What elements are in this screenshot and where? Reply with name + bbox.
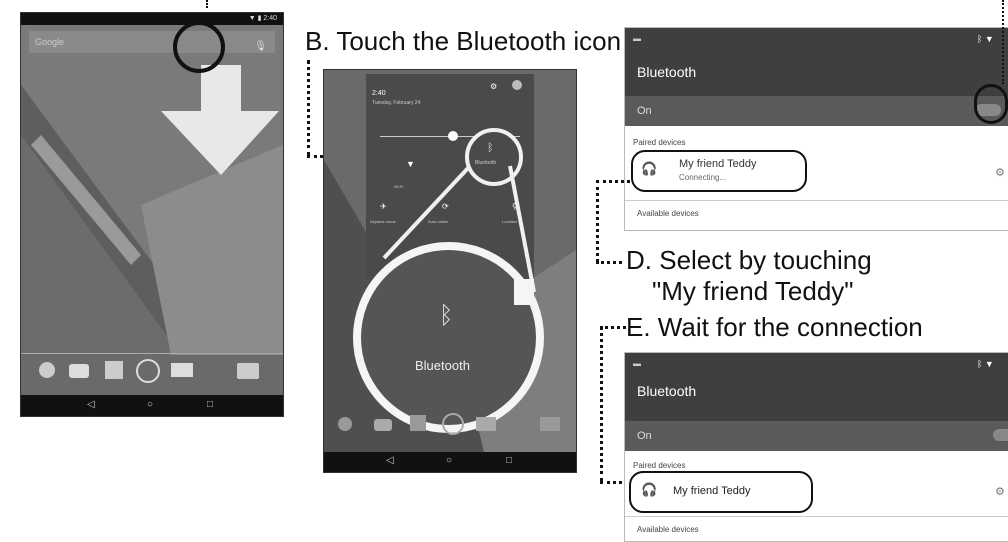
divider (625, 200, 1008, 201)
pointer-line-d-vert (596, 180, 599, 262)
pointer-line-e-top (600, 326, 626, 329)
google-search-bar[interactable]: Google 🎙 (29, 31, 275, 53)
status-bar: ▼ ▮ 2:40 (21, 13, 283, 25)
headphones-icon: 🎧 (641, 161, 658, 176)
bluetooth-switch[interactable] (993, 429, 1008, 441)
mic-icon[interactable]: 🎙 (254, 36, 267, 58)
recents-button[interactable]: □ (207, 399, 213, 410)
youtube-icon[interactable] (374, 419, 392, 431)
device-name: My friend Teddy (673, 485, 751, 497)
hangouts-icon[interactable] (39, 362, 55, 378)
headphones-icon: 🎧 (641, 482, 658, 497)
youtube-icon[interactable] (69, 364, 89, 378)
bluetooth-icon-large: ᛒ (439, 302, 454, 329)
status-icon: ▬ (633, 34, 641, 43)
pointer-line-d-end (596, 261, 622, 264)
bluetooth-toggle-row[interactable]: On (625, 421, 1008, 451)
pointer-line-b-vert (307, 60, 310, 156)
status-icon: ▬ (633, 359, 641, 368)
settings-header: ▬ ᛒ ▼ Bluetooth (625, 28, 1008, 96)
device-settings-gear-icon[interactable]: ⚙ (995, 166, 1005, 179)
toggle-label: On (637, 105, 652, 117)
search-label: Google (35, 37, 65, 47)
device-row-teddy[interactable]: 🎧 My friend Teddy (629, 471, 813, 513)
back-button[interactable]: ◁ (386, 455, 394, 466)
app-dock (21, 353, 283, 396)
device-row-teddy[interactable]: 🎧 My friend Teddy Connecting... (631, 150, 807, 192)
bluetooth-settings-panel-e: ▬ ᛒ ▼ Bluetooth On Paired devices 🎧 My f… (624, 352, 1008, 542)
toggle-label: On (637, 430, 652, 442)
device-status: Connecting... (679, 173, 727, 182)
divider (625, 516, 1008, 517)
email-icon[interactable] (476, 417, 496, 431)
settings-header: ▬ ᛒ ▼ Bluetooth (625, 353, 1008, 421)
paired-header: Paired devices (633, 461, 686, 470)
bluetooth-toggle-row[interactable]: On (625, 96, 1008, 126)
available-header: Available devices (637, 525, 699, 534)
camera-icon[interactable] (237, 363, 259, 379)
app-drawer-icon[interactable] (442, 413, 464, 435)
step-d-caption-line1: D. Select by touching (626, 245, 872, 275)
nav-bar: ◁ ○ □ (21, 395, 283, 416)
pointer-line-e-vert (600, 326, 603, 482)
back-button[interactable]: ◁ (87, 399, 95, 410)
settings-title: Bluetooth (637, 64, 697, 80)
zoom-tab (514, 279, 534, 305)
pointer-line-a (206, 0, 208, 8)
paired-header: Paired devices (633, 138, 686, 147)
status-icons: ᛒ ▼ (977, 359, 994, 369)
status-icons: ᛒ ▼ (977, 34, 994, 44)
device-settings-gear-icon[interactable]: ⚙ (995, 485, 1005, 498)
switch-highlight (974, 84, 1008, 124)
settings-title: Bluetooth (637, 383, 697, 399)
quick-settings-phone: 2:40 Tuesday, February 24 ⚙ ▼ Wi-Fi Airp… (323, 69, 577, 473)
photos-icon[interactable] (410, 415, 426, 431)
home-screen-phone: ▼ ▮ 2:40 Google 🎙 ◁ ○ □ (20, 12, 284, 417)
step-d-caption-line2: "My friend Teddy" (652, 276, 854, 306)
recents-button[interactable]: □ (506, 455, 512, 466)
app-dock (324, 405, 576, 445)
highlight-circle (173, 21, 225, 73)
photos-icon[interactable] (105, 361, 123, 379)
available-header: Available devices (637, 209, 699, 218)
app-drawer-icon[interactable] (136, 359, 160, 383)
camera-icon[interactable] (540, 417, 560, 431)
pointer-line-d-horiz (596, 180, 630, 183)
pointer-line-c (1002, 0, 1004, 84)
device-name: My friend Teddy (679, 158, 757, 170)
nav-bar: ◁ ○ □ (324, 452, 576, 472)
step-e-caption: E. Wait for the connection (626, 312, 923, 342)
bluetooth-zoom-label: Bluetooth (415, 358, 470, 373)
home-button[interactable]: ○ (446, 455, 452, 466)
wallpaper (21, 25, 283, 355)
hangouts-icon[interactable] (338, 417, 352, 431)
bluetooth-settings-panel-c: ▬ ᛒ ▼ Bluetooth On Paired devices 🎧 My f… (624, 27, 1008, 231)
step-b-caption: B. Touch the Bluetooth icon (305, 26, 622, 56)
home-button[interactable]: ○ (147, 399, 153, 410)
email-icon[interactable] (171, 363, 193, 377)
